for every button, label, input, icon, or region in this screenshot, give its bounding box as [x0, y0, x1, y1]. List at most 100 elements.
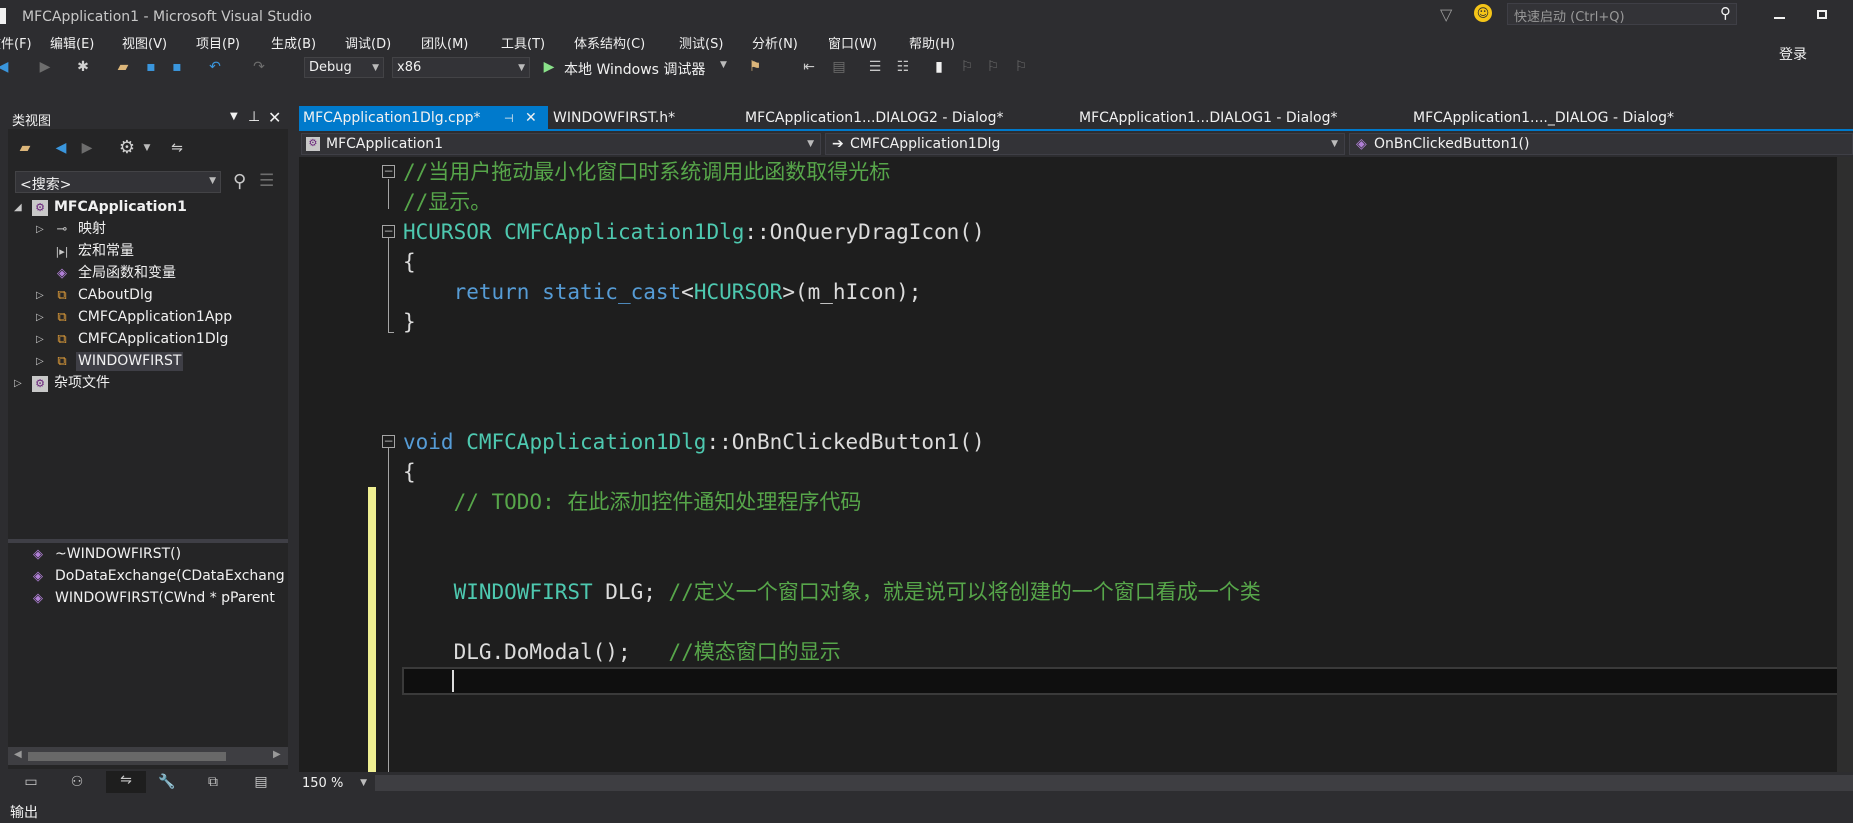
smiley-feedback-icon[interactable]: ☺ — [1474, 4, 1492, 22]
panel-splitter[interactable] — [8, 539, 288, 543]
tree-item-macros[interactable]: |▸| 宏和常量 — [8, 241, 288, 262]
output-title[interactable]: 输出 — [10, 802, 38, 822]
new-project-icon[interactable]: ✱ — [74, 58, 92, 76]
tree-item-dlg[interactable]: ▷ ⧉ CMFCApplication1Dlg — [8, 329, 288, 350]
tree-item-project[interactable]: ◢ ⚙ MFCApplication1 — [8, 197, 288, 218]
chevron-down-icon[interactable]: ▼ — [209, 176, 216, 186]
tab-dialog1[interactable]: MFCApplication1...DIALOG1 - Dialog* — [1075, 106, 1338, 131]
collapsed-triangle-icon[interactable]: ▷ — [36, 351, 44, 372]
menu-team[interactable]: 团队(M) — [421, 33, 468, 52]
vertical-scrollbar[interactable] — [1837, 157, 1853, 772]
tree-item-misc-files[interactable]: ▷ ⚙ 杂项文件 — [8, 373, 288, 394]
filter-icon[interactable]: ▽ — [1440, 5, 1452, 24]
chevron-down-icon[interactable]: ▼ — [138, 139, 156, 157]
back-icon[interactable]: ◀ — [0, 58, 12, 76]
solution-explorer-tab-icon[interactable]: ▭ — [22, 773, 40, 791]
attach-process-icon[interactable]: ⚑ — [746, 58, 764, 76]
comment-icon[interactable]: ☰ — [866, 58, 884, 76]
scrollbar-thumb[interactable] — [28, 752, 226, 761]
toolbox-tab-icon[interactable]: ▤ — [252, 773, 270, 791]
settings-list-icon[interactable]: ☰ — [259, 171, 274, 191]
list-item[interactable]: ◈ DoDataExchange(CDataExchang — [8, 566, 288, 587]
tree-item-app[interactable]: ▷ ⧉ CMFCApplication1App — [8, 307, 288, 328]
menu-debug[interactable]: 调试(D) — [345, 33, 391, 52]
collapse-toggle-icon[interactable]: − — [382, 165, 395, 178]
menu-project[interactable]: 项目(P) — [196, 33, 240, 52]
code-editor[interactable]: − − − //当用户拖动最小化窗口时系统调用此函数取得光标 //显示。 HCU… — [299, 157, 1853, 772]
next-bookmark-icon[interactable]: ⚐ — [984, 58, 1002, 76]
class-dropdown[interactable]: ➔ CMFCApplication1Dlg ▼ — [825, 133, 1345, 155]
resource-view-tab-icon[interactable]: ⧉ — [204, 773, 222, 791]
prev-bookmark-icon[interactable]: ⚐ — [958, 58, 976, 76]
tree-item-windowfirst[interactable]: ▷ ⧉ WINDOWFIRST — [8, 351, 288, 372]
menu-edit[interactable]: 编辑(E) — [50, 33, 94, 52]
forward-icon[interactable]: ▶ — [78, 139, 96, 157]
menu-tools[interactable]: 工具(T) — [501, 33, 545, 52]
menu-view[interactable]: 视图(V) — [122, 33, 167, 52]
format-icon[interactable]: ▤ — [830, 58, 848, 76]
save-all-icon[interactable]: ▪ — [168, 58, 186, 76]
collapse-toggle-icon[interactable]: − — [382, 225, 395, 238]
project-dropdown[interactable]: ⚙ MFCApplication1 ▼ — [301, 133, 821, 155]
zoom-select[interactable]: 150 % ▼ — [299, 773, 371, 794]
pin-icon[interactable]: ⊥ — [248, 109, 260, 125]
scroll-left-icon[interactable]: ◀ — [14, 749, 22, 760]
editor-horizontal-scrollbar[interactable] — [375, 775, 1853, 791]
search-box[interactable]: <搜索> ▼ — [15, 171, 221, 193]
menu-architecture[interactable]: 体系结构(C) — [574, 33, 645, 52]
list-item[interactable]: ◈ ~WINDOWFIRST() — [8, 544, 288, 565]
collapsed-triangle-icon[interactable]: ▷ — [14, 373, 22, 394]
back-icon[interactable]: ◀ — [52, 139, 70, 157]
tab-dialog2[interactable]: MFCApplication1...DIALOG2 - Dialog* — [741, 106, 1004, 131]
collapse-toggle-icon[interactable]: − — [382, 435, 395, 448]
menu-analyze[interactable]: 分析(N) — [752, 33, 798, 52]
class-view-tab-icon[interactable]: ⇋ — [106, 771, 146, 793]
collapsed-triangle-icon[interactable]: ▷ — [36, 219, 44, 240]
restore-button[interactable] — [1817, 10, 1827, 19]
tree-item-maps[interactable]: ▷ ⊸ 映射 — [8, 219, 288, 240]
scroll-right-icon[interactable]: ▶ — [273, 749, 281, 760]
tab-main-dialog[interactable]: MFCApplication1...._DIALOG - Dialog* — [1409, 106, 1674, 131]
horizontal-scrollbar[interactable]: ◀ ▶ — [8, 747, 288, 765]
start-debugger-button[interactable]: 本地 Windows 调试器 — [564, 59, 705, 79]
menu-test[interactable]: 测试(S) — [679, 33, 723, 52]
undo-icon[interactable]: ↶ — [206, 58, 224, 76]
close-icon[interactable]: ✕ — [525, 106, 537, 131]
forward-icon[interactable]: ▶ — [36, 58, 54, 76]
step-icon[interactable]: ⇤ — [800, 58, 818, 76]
expanded-triangle-icon[interactable]: ◢ — [14, 197, 22, 218]
clear-bookmark-icon[interactable]: ⚐ — [1012, 58, 1030, 76]
tab-mfcapplication1dlg-cpp[interactable]: MFCApplication1Dlg.cpp* ⊣ ✕ — [299, 106, 548, 131]
close-icon[interactable]: ✕ — [268, 108, 281, 127]
search-input[interactable]: <搜索> — [20, 174, 71, 194]
menu-build[interactable]: 生成(B) — [271, 33, 316, 52]
configuration-select[interactable]: Debug ▼ — [304, 57, 384, 78]
uncomment-icon[interactable]: ☷ — [894, 58, 912, 76]
collapsed-triangle-icon[interactable]: ▷ — [36, 329, 44, 350]
menu-help[interactable]: 帮助(H) — [909, 33, 955, 52]
gear-icon[interactable]: ⚙ — [118, 139, 136, 157]
tab-windowfirst-h[interactable]: WINDOWFIRST.h* — [549, 106, 675, 131]
menu-file[interactable]: 文件(F) — [0, 33, 32, 52]
menu-window[interactable]: 窗口(W) — [828, 33, 877, 52]
new-folder-icon[interactable]: ▰ — [16, 139, 34, 157]
save-icon[interactable]: ▪ — [142, 58, 160, 76]
sync-icon[interactable]: ⇋ — [168, 139, 186, 157]
collapsed-triangle-icon[interactable]: ▷ — [36, 285, 44, 306]
chevron-down-icon[interactable]: ▼ — [720, 60, 727, 70]
tree-item-caboutdlg[interactable]: ▷ ⧉ CAboutDlg — [8, 285, 288, 306]
search-icon[interactable]: ⚲ — [1720, 4, 1731, 22]
pin-icon[interactable]: ⊣ — [504, 106, 514, 131]
platform-select[interactable]: x86 ▼ — [392, 57, 530, 78]
tree-item-globals[interactable]: ◈ 全局函数和变量 — [8, 263, 288, 284]
property-manager-tab-icon[interactable]: 🔧 — [158, 773, 176, 791]
quick-launch-box[interactable]: 快速启动 (Ctrl+Q) ⚲ — [1507, 3, 1737, 25]
quick-launch-input[interactable]: 快速启动 (Ctrl+Q) — [1514, 6, 1625, 25]
member-dropdown[interactable]: ◈ OnBnClickedButton1() — [1349, 133, 1853, 155]
collapsed-triangle-icon[interactable]: ▷ — [36, 307, 44, 328]
team-explorer-tab-icon[interactable]: ⚇ — [68, 773, 86, 791]
search-icon[interactable]: ⚲ — [233, 171, 246, 192]
play-icon[interactable]: ▶ — [540, 58, 558, 76]
minimize-button[interactable] — [1774, 17, 1785, 19]
bookmark-icon[interactable]: ▮ — [930, 58, 948, 76]
